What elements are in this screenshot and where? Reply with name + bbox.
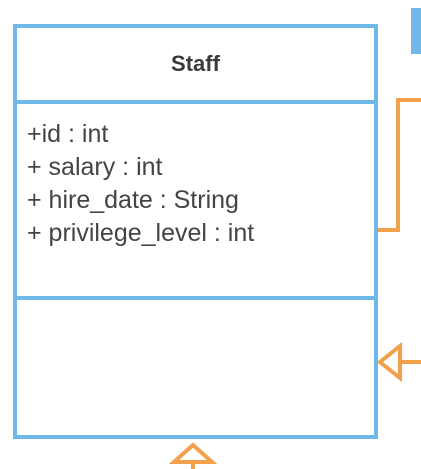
attribute-id: +id : int xyxy=(27,120,109,148)
class-name: Staff xyxy=(17,28,374,104)
association-connector[interactable] xyxy=(378,98,421,232)
uml-class-staff[interactable]: Staff +id : int + salary : int + hire_da… xyxy=(13,24,378,439)
attribute-hire-date: + hire_date : String xyxy=(27,186,239,214)
attributes-compartment: +id : int + salary : int + hire_date : S… xyxy=(17,104,374,300)
inheritance-arrowhead-right xyxy=(376,341,402,383)
inheritance-arrowhead-bottom xyxy=(168,442,218,464)
attribute-privilege-level: + privilege_level : int xyxy=(27,219,255,247)
attribute-salary: + salary : int xyxy=(27,153,163,181)
diagram-canvas: Staff +id : int + salary : int + hire_da… xyxy=(0,0,421,469)
operations-compartment xyxy=(17,300,374,435)
neighbor-class-edge xyxy=(411,8,421,54)
